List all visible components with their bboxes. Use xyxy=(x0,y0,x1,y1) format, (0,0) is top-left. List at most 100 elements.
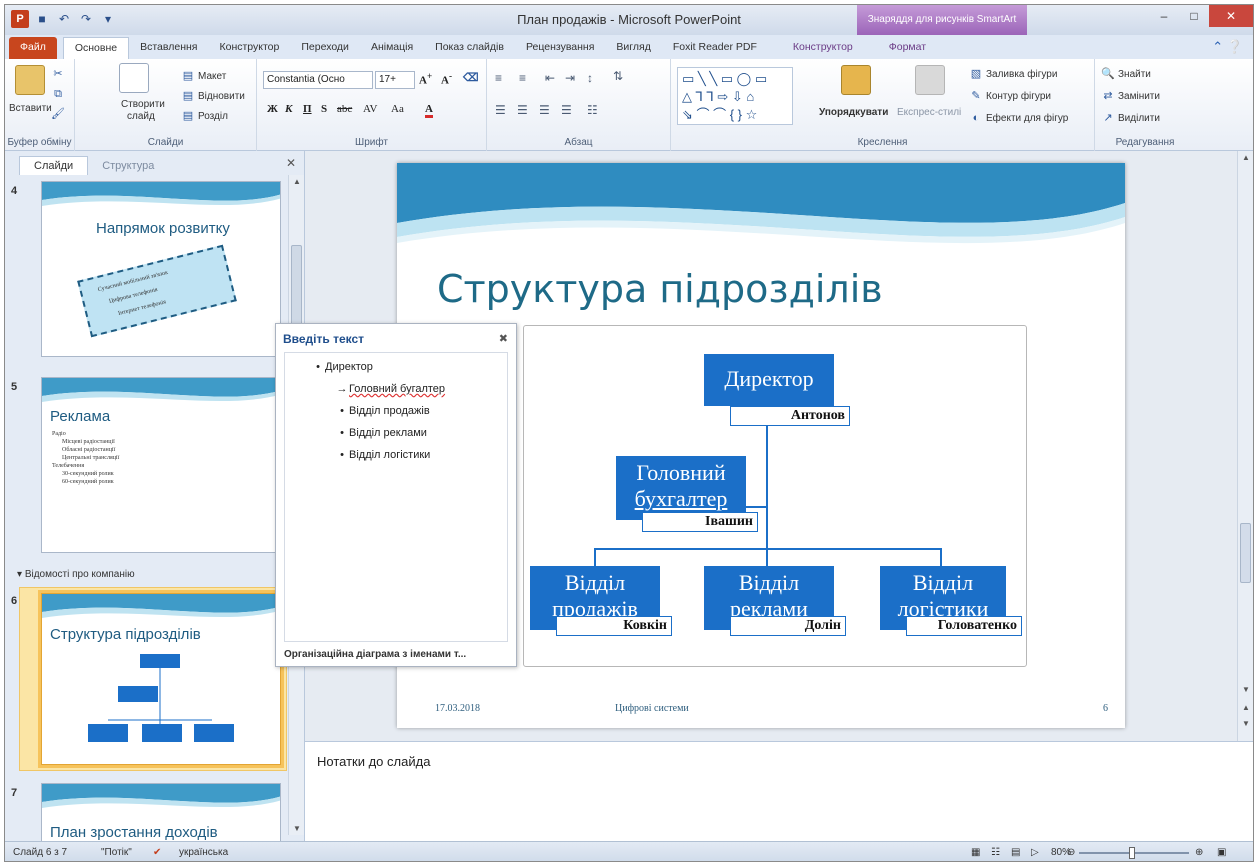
node-logistics-name[interactable]: Головатенко xyxy=(906,616,1022,636)
smartart-text-pane[interactable]: Введіть текст ✖ • Директор → Головний буга… xyxy=(275,323,517,667)
section-header[interactable]: ▾ Відомості про компанію xyxy=(5,569,287,585)
grow-font-button[interactable]: A+ xyxy=(419,71,432,87)
align-left-icon[interactable]: ☰ xyxy=(495,103,506,117)
shape-outline-button[interactable]: ✎ Контур фігури xyxy=(969,89,1051,103)
replace-button[interactable]: ⇄ Замінити xyxy=(1101,89,1160,103)
align-right-icon[interactable]: ☰ xyxy=(539,103,550,117)
next-slide-icon[interactable]: ▼ xyxy=(1238,719,1253,728)
smartart-org-chart[interactable]: Директор Антонов Головний бухгалтер Іваш… xyxy=(523,325,1027,667)
decrease-indent-icon[interactable]: ⇤ xyxy=(545,71,555,85)
char-spacing-button[interactable]: AV xyxy=(363,103,377,115)
shrink-font-button[interactable]: A- xyxy=(441,71,452,87)
text-pane-item[interactable]: • Відділ продажів xyxy=(285,405,507,427)
slide-title[interactable]: Структура підрозділів xyxy=(437,267,883,311)
tab-view[interactable]: Вигляд xyxy=(605,37,661,59)
numbering-icon[interactable]: ≡ xyxy=(519,71,526,85)
reading-view-icon[interactable]: ▤ xyxy=(1011,847,1020,858)
tab-file[interactable]: Файл xyxy=(9,37,57,59)
scroll-up-arrow-icon[interactable]: ▲ xyxy=(1238,153,1253,162)
tab-insert[interactable]: Вставлення xyxy=(129,37,208,59)
bold-button[interactable]: Ж xyxy=(267,103,278,115)
slide-thumbnail-5[interactable]: Реклама Радіо Місцеві радіостанції Облас… xyxy=(41,377,281,553)
node-accountant-name[interactable]: Івашин xyxy=(642,512,758,532)
zoom-slider-knob[interactable] xyxy=(1129,847,1135,859)
arrange-icon[interactable] xyxy=(841,65,871,95)
notes-pane[interactable]: Нотатки до слайда xyxy=(305,741,1253,841)
text-pane-close-icon[interactable]: ✖ xyxy=(499,332,508,345)
slideshow-view-icon[interactable]: ▷ xyxy=(1031,847,1039,858)
tab-foxit[interactable]: Foxit Reader PDF xyxy=(662,37,768,59)
scroll-up-arrow-icon[interactable]: ▲ xyxy=(289,177,305,186)
copy-icon[interactable]: ⧉ xyxy=(51,87,65,101)
paste-button[interactable]: Вставити xyxy=(9,103,52,114)
text-pane-item[interactable]: • Відділ реклами xyxy=(285,427,507,449)
text-pane-footer[interactable]: Організаційна діаграма з іменами т... xyxy=(284,649,466,660)
text-direction-icon[interactable]: ⇅ xyxy=(613,69,623,83)
notes-placeholder[interactable]: Нотатки до слайда xyxy=(317,754,430,769)
reset-button[interactable]: ▤ Відновити xyxy=(181,89,245,103)
tab-smartart-design[interactable]: Конструктор xyxy=(782,37,864,59)
zoom-in-icon[interactable]: ⊕ xyxy=(1195,847,1203,858)
shapes-gallery[interactable]: ▭ ╲ ╲ ▭ ◯ ▭ △ ⅂ ⅂ ⇨ ⇩ ⌂ ⇘ ⌒ ⌒ { } ☆ xyxy=(677,67,793,125)
font-size-select[interactable]: 17+ xyxy=(375,71,415,89)
status-language[interactable]: українська xyxy=(179,847,228,858)
scroll-down-arrow-icon[interactable]: ▼ xyxy=(289,824,305,833)
close-pane-icon[interactable]: ✕ xyxy=(286,156,296,170)
new-slide-icon[interactable] xyxy=(119,63,149,93)
section-button[interactable]: ▤ Розділ xyxy=(181,109,228,123)
tab-animations[interactable]: Анімація xyxy=(360,37,424,59)
scroll-thumb[interactable] xyxy=(291,245,302,325)
font-name-select[interactable]: Constantia (Осно xyxy=(263,71,373,89)
tab-smartart-format[interactable]: Формат xyxy=(878,37,937,59)
minimize-button[interactable]: – xyxy=(1149,5,1179,27)
clear-format-icon[interactable]: ⌫ xyxy=(463,71,479,84)
underline-button[interactable]: П xyxy=(303,103,312,115)
font-color-button[interactable]: A xyxy=(425,103,433,118)
quick-styles-button[interactable]: Експрес-стилі xyxy=(897,107,961,118)
new-slide-dropdown[interactable]: слайд xyxy=(127,111,155,122)
justify-icon[interactable]: ☰ xyxy=(561,103,572,117)
find-button[interactable]: 🔍 Знайти xyxy=(1101,67,1151,81)
new-slide-button[interactable]: Створити xyxy=(121,99,165,110)
line-spacing-icon[interactable]: ↕ xyxy=(587,71,593,85)
canvas-scrollbar[interactable]: ▲ ▼ ▲ ▼ xyxy=(1237,151,1253,741)
tab-review[interactable]: Рецензування xyxy=(515,37,605,59)
align-center-icon[interactable]: ☰ xyxy=(517,103,528,117)
cut-icon[interactable]: ✂ xyxy=(51,67,65,81)
columns-icon[interactable]: ☷ xyxy=(587,103,598,117)
text-pane-item[interactable]: → Головний бугалтер xyxy=(285,383,507,405)
format-painter-icon[interactable]: 🖌 xyxy=(51,107,65,121)
tab-transitions[interactable]: Переходи xyxy=(290,37,360,59)
zoom-out-icon[interactable]: ⊖ xyxy=(1067,847,1075,858)
shadow-button[interactable]: S xyxy=(321,103,327,115)
previous-slide-icon[interactable]: ▲ xyxy=(1238,703,1253,712)
scroll-thumb[interactable] xyxy=(1240,523,1251,583)
text-pane-item[interactable]: • Директор xyxy=(285,361,507,383)
maximize-button[interactable]: □ xyxy=(1179,5,1209,27)
text-pane-item[interactable]: • Відділ логістики xyxy=(285,449,507,471)
quick-styles-icon[interactable] xyxy=(915,65,945,95)
select-button[interactable]: ↗ Виділити xyxy=(1101,111,1160,125)
arrange-button[interactable]: Упорядкувати xyxy=(819,107,888,118)
shape-fill-button[interactable]: ▧ Заливка фігури xyxy=(969,67,1058,81)
italic-button[interactable]: К xyxy=(285,103,292,115)
node-director-name[interactable]: Антонов xyxy=(730,406,850,426)
layout-button[interactable]: ▤ Макет xyxy=(181,69,227,83)
tab-outline[interactable]: Структура xyxy=(88,157,168,175)
slide-thumbnail-4[interactable]: Напрямок розвитку Сучасний мобільний зв'… xyxy=(41,181,281,357)
tab-design[interactable]: Конструктор xyxy=(208,37,290,59)
change-case-button[interactable]: Aa xyxy=(391,103,404,115)
strikethrough-button[interactable]: abc xyxy=(337,103,352,115)
increase-indent-icon[interactable]: ⇥ xyxy=(565,71,575,85)
text-pane-list[interactable]: • Директор → Головний бугалтер • Відділ про… xyxy=(284,352,508,642)
scroll-down-arrow-icon[interactable]: ▼ xyxy=(1238,685,1253,694)
node-sales-name[interactable]: Ковкін xyxy=(556,616,672,636)
tab-slides[interactable]: Слайди xyxy=(19,156,89,175)
close-button[interactable]: ✕ xyxy=(1209,5,1253,27)
sorter-view-icon[interactable]: ☷ xyxy=(991,847,1000,858)
slide-thumbnail-7[interactable]: План зростання доходів xyxy=(41,783,281,841)
tab-slideshow[interactable]: Показ слайдів xyxy=(424,37,515,59)
paste-icon[interactable] xyxy=(15,65,45,95)
status-theme[interactable]: "Потік" xyxy=(101,847,132,858)
help-icon[interactable]: ⌃ ❔ xyxy=(1212,39,1243,55)
